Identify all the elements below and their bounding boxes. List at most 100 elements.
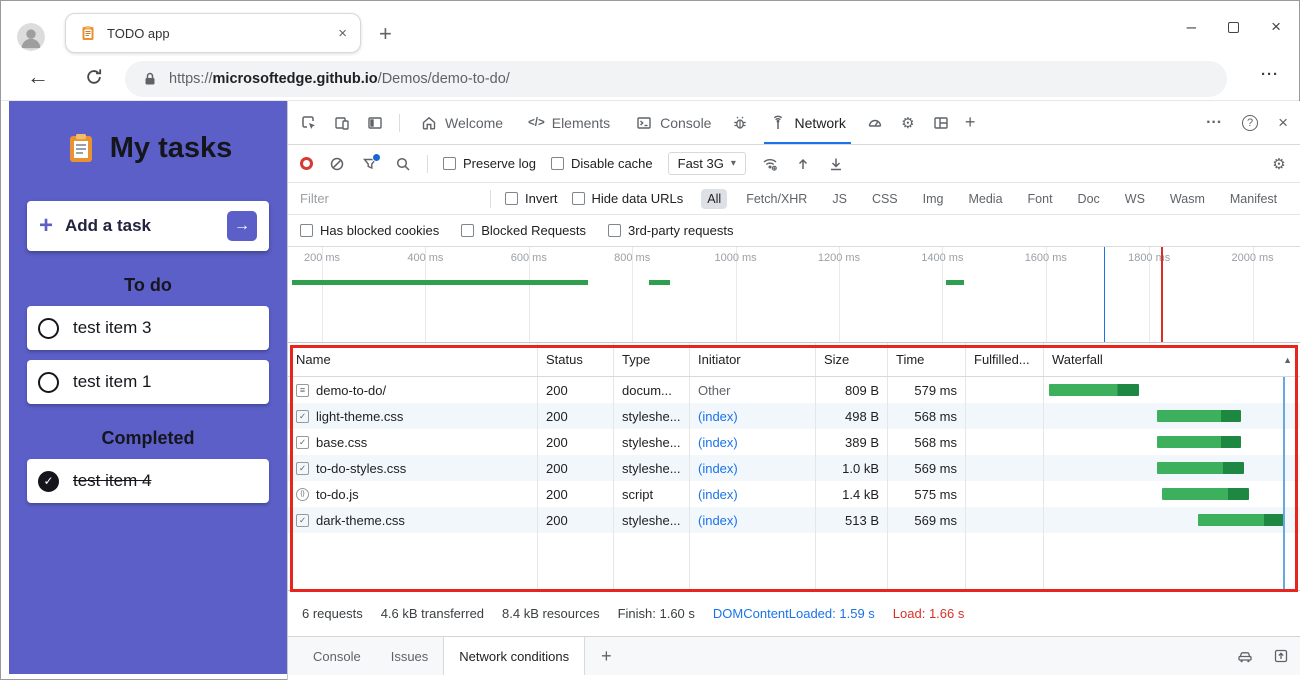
drawer-tab-issues[interactable]: Issues (376, 637, 444, 675)
tab-elements[interactable]: </> Elements (523, 101, 615, 144)
filter-pill-all[interactable]: All (701, 188, 728, 209)
filter-checkbox-blocked-requests[interactable]: Blocked Requests (461, 223, 586, 238)
task-item[interactable]: test item 3 (27, 306, 269, 350)
tab-network[interactable]: Network (764, 101, 851, 144)
clear-icon[interactable] (328, 155, 346, 173)
filter-pill-ws[interactable]: WS (1119, 189, 1151, 209)
new-tab-button[interactable]: + (379, 21, 392, 47)
tab-welcome[interactable]: Welcome (415, 101, 508, 144)
request-name[interactable]: dark-theme.css (288, 507, 538, 533)
request-initiator[interactable]: (index) (690, 403, 816, 429)
filter-pill-js[interactable]: JS (826, 189, 853, 209)
filter-pill-wasm[interactable]: Wasm (1164, 189, 1211, 209)
column-header-size[interactable]: Size (816, 343, 888, 376)
more-tabs-button[interactable]: + (965, 112, 976, 133)
checkbox-icon[interactable] (300, 224, 313, 237)
checkbox-icon[interactable] (608, 224, 622, 237)
bug-icon[interactable] (731, 114, 749, 132)
table-row[interactable]: dark-theme.css 200styleshe...(index)513 B… (288, 507, 1300, 533)
timeline-overview[interactable]: 200 ms 400 ms 600 ms 800 ms 1000 ms 1200 ms 14… (288, 247, 1300, 343)
minimize-button[interactable]: – (1187, 17, 1196, 37)
request-name[interactable]: base.css (288, 429, 538, 455)
submit-task-button[interactable]: → (227, 211, 257, 241)
filter-pill-img[interactable]: Img (917, 189, 950, 209)
disable-cache-checkbox[interactable]: Disable cache (550, 156, 653, 171)
column-header-name[interactable]: Name (288, 343, 538, 376)
filter-pill-font[interactable]: Font (1022, 189, 1059, 209)
expand-panel-icon[interactable] (1272, 647, 1290, 665)
browser-menu-button[interactable]: ··· (1261, 66, 1279, 83)
more-options-icon[interactable]: ··· (1206, 114, 1222, 132)
help-icon[interactable]: ? (1242, 114, 1259, 131)
filter-pill-manifest[interactable]: Manifest (1224, 189, 1283, 209)
checkbox-icon[interactable] (571, 192, 585, 205)
request-name[interactable]: light-theme.css (288, 403, 538, 429)
network-settings-icon[interactable]: ⚙ (1270, 155, 1288, 173)
filter-icon[interactable] (361, 152, 381, 173)
filter-checkbox-has-blocked-cookies[interactable]: Has blocked cookies (300, 223, 439, 238)
network-conditions-icon[interactable] (761, 155, 779, 173)
refresh-button[interactable] (85, 68, 103, 86)
performance-icon[interactable] (866, 114, 884, 132)
filter-pill-doc[interactable]: Doc (1072, 189, 1106, 209)
browser-tab[interactable]: TODO app × (65, 13, 361, 53)
column-header-type[interactable]: Type (614, 343, 690, 376)
hide-data-urls-checkbox[interactable]: Hide data URLs (571, 191, 683, 206)
table-row[interactable]: to-do.js 200script(index)1.4 kB575 ms (288, 481, 1300, 507)
record-button[interactable] (300, 157, 313, 170)
drawer-tab-network-conditions[interactable]: Network conditions (443, 637, 586, 675)
tab-console[interactable]: Console (630, 101, 716, 144)
task-item[interactable]: test item 1 (27, 360, 269, 404)
tab-close-icon[interactable]: × (338, 25, 347, 42)
device-toolbar-icon[interactable] (333, 114, 351, 132)
checkbox-icon[interactable] (505, 192, 518, 205)
task-checkbox[interactable]: ✓ (38, 470, 59, 492)
throttling-select[interactable]: Fast 3G ▾ (667, 152, 746, 175)
filter-pill-other[interactable]: Other (1296, 189, 1300, 209)
request-name[interactable]: demo-to-do/ (288, 377, 538, 403)
request-initiator[interactable]: (index) (690, 507, 816, 533)
column-header-status[interactable]: Status (538, 343, 614, 376)
profile-avatar[interactable] (17, 23, 45, 51)
export-har-icon[interactable] (827, 155, 845, 173)
preserve-log-checkbox[interactable]: Preserve log (443, 156, 536, 171)
request-name[interactable]: to-do.js (288, 481, 538, 507)
request-initiator[interactable]: (index) (690, 429, 816, 455)
column-header-time[interactable]: Time (888, 343, 966, 376)
filter-pill-fetch-xhr[interactable]: Fetch/XHR (740, 189, 813, 209)
table-row[interactable]: demo-to-do/200docum...Other809 B579 ms (288, 377, 1300, 403)
maximize-button[interactable] (1228, 21, 1240, 33)
filter-pill-media[interactable]: Media (962, 189, 1008, 209)
back-button[interactable]: ← (27, 64, 49, 90)
address-bar[interactable]: https://microsoftedge.github.io/Demos/de… (125, 61, 1227, 97)
task-checkbox[interactable] (38, 371, 59, 393)
dock-panel-icon[interactable] (366, 114, 384, 132)
filter-input[interactable] (300, 191, 476, 206)
checkbox-icon[interactable] (461, 224, 475, 237)
task-item[interactable]: ✓ test item 4 (27, 459, 269, 503)
column-header-initiator[interactable]: Initiator (690, 343, 816, 376)
add-task-button[interactable]: + Add a task → (27, 201, 269, 251)
close-devtools-icon[interactable]: × (1278, 113, 1288, 133)
checkbox-icon[interactable] (550, 157, 564, 170)
filter-checkbox-3rd-party-requests[interactable]: 3rd-party requests (608, 223, 734, 238)
search-icon[interactable] (394, 155, 412, 173)
request-initiator[interactable]: (index) (690, 481, 816, 507)
invert-checkbox[interactable]: Invert (505, 191, 558, 206)
table-row[interactable]: base.css 200styleshe...(index)389 B568 ms (288, 429, 1300, 455)
drawer-tab-console[interactable]: Console (298, 637, 376, 675)
column-header-fulfilled[interactable]: Fulfilled... (966, 343, 1044, 376)
column-header-waterfall[interactable]: Waterfall ▲ (1044, 343, 1300, 376)
checkbox-icon[interactable] (443, 157, 456, 170)
filter-pill-css[interactable]: CSS (866, 189, 904, 209)
car-icon[interactable] (1236, 647, 1254, 665)
task-checkbox[interactable] (38, 317, 59, 339)
import-har-icon[interactable] (794, 155, 812, 173)
request-name[interactable]: to-do-styles.css (288, 455, 538, 481)
table-row[interactable]: light-theme.css 200styleshe...(index)498 … (288, 403, 1300, 429)
close-window-button[interactable]: × (1271, 17, 1281, 37)
layout-icon[interactable] (932, 114, 950, 132)
drawer-more-button[interactable]: + (601, 646, 612, 667)
table-row[interactable]: to-do-styles.css 200styleshe...(index)1.0… (288, 455, 1300, 481)
gear-icon[interactable]: ⚙ (899, 114, 917, 132)
